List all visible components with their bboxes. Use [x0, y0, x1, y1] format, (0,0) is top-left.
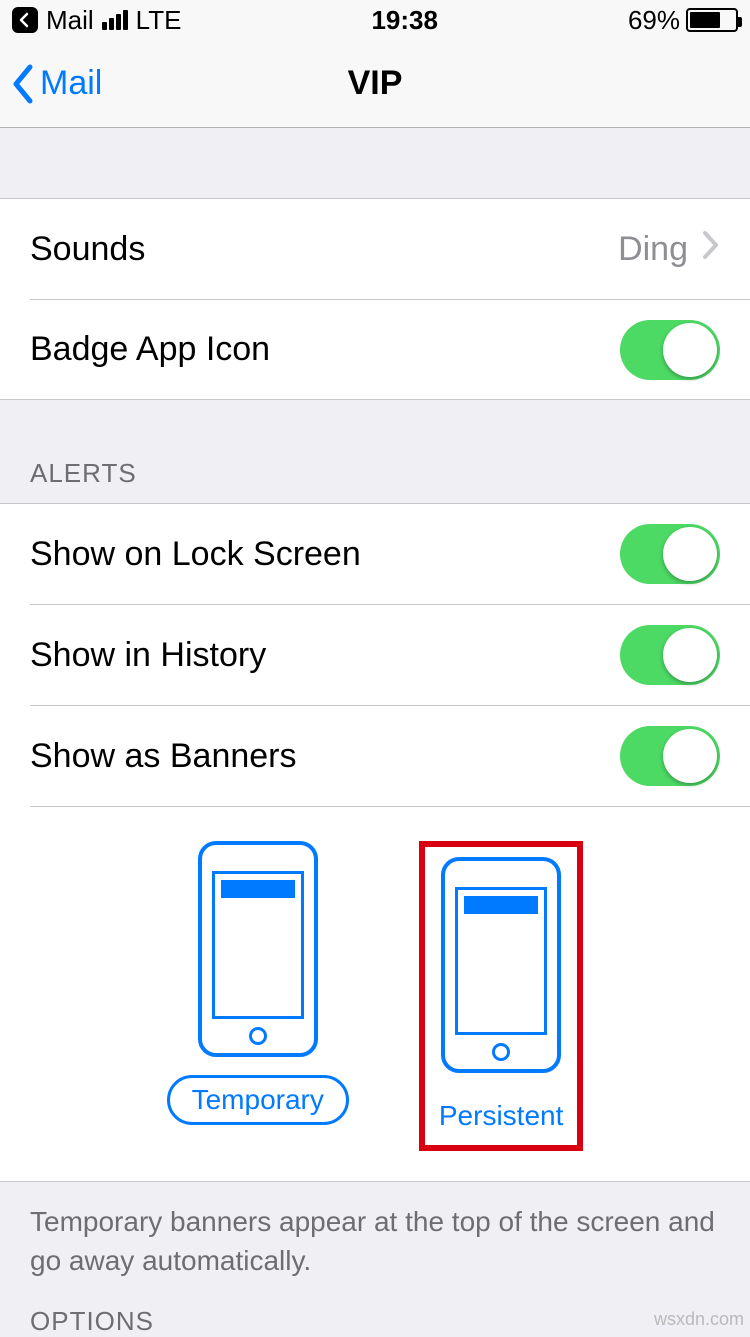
chevron-left-icon — [10, 63, 36, 105]
banners-row: Show as Banners — [0, 706, 750, 806]
temporary-label: Temporary — [167, 1075, 349, 1125]
persistent-label: Persistent — [439, 1091, 564, 1141]
sounds-row[interactable]: Sounds Ding — [0, 199, 750, 299]
battery-percent: 69% — [628, 5, 680, 36]
lockscreen-row: Show on Lock Screen — [0, 504, 750, 604]
footer-description: Temporary banners appear at the top of t… — [0, 1182, 750, 1306]
back-button[interactable]: Mail — [0, 63, 102, 105]
status-right: 69% — [628, 5, 738, 36]
badge-label: Badge App Icon — [30, 330, 270, 369]
lockscreen-label: Show on Lock Screen — [30, 535, 361, 574]
badge-toggle[interactable] — [620, 320, 720, 380]
carrier-label: LTE — [136, 5, 182, 36]
banner-style-temporary[interactable]: Temporary — [167, 841, 349, 1151]
banner-style-row: Temporary Persistent — [0, 807, 750, 1182]
status-bar: Mail LTE 19:38 69% — [0, 0, 750, 40]
back-to-app-label[interactable]: Mail — [46, 5, 94, 36]
page-title: VIP — [0, 64, 750, 103]
battery-icon — [686, 8, 738, 32]
watermark: wsxdn.com — [654, 1309, 744, 1330]
back-to-app-icon[interactable] — [12, 7, 38, 33]
phone-icon — [198, 841, 318, 1057]
battery-fill — [690, 12, 720, 28]
annotation-highlight: Persistent — [419, 841, 584, 1151]
section-alerts: Show on Lock Screen Show in History Show… — [0, 503, 750, 1182]
history-row: Show in History — [0, 605, 750, 705]
nav-bar: Mail VIP — [0, 40, 750, 128]
alerts-header: ALERTS — [0, 400, 750, 503]
banner-style-persistent[interactable]: Persistent — [439, 857, 564, 1141]
signal-icon — [102, 10, 128, 30]
history-toggle[interactable] — [620, 625, 720, 685]
banners-label: Show as Banners — [30, 737, 297, 776]
options-header: OPTIONS — [0, 1306, 750, 1337]
banners-toggle[interactable] — [620, 726, 720, 786]
badge-row: Badge App Icon — [0, 300, 750, 400]
status-left: Mail LTE — [12, 5, 181, 36]
section-general: Sounds Ding Badge App Icon — [0, 198, 750, 400]
back-label: Mail — [40, 64, 102, 103]
phone-icon — [441, 857, 561, 1073]
lockscreen-toggle[interactable] — [620, 524, 720, 584]
status-time: 19:38 — [371, 5, 438, 36]
sounds-label: Sounds — [30, 230, 145, 269]
history-label: Show in History — [30, 636, 266, 675]
chevron-right-icon — [702, 230, 720, 269]
sounds-value: Ding — [618, 230, 688, 269]
